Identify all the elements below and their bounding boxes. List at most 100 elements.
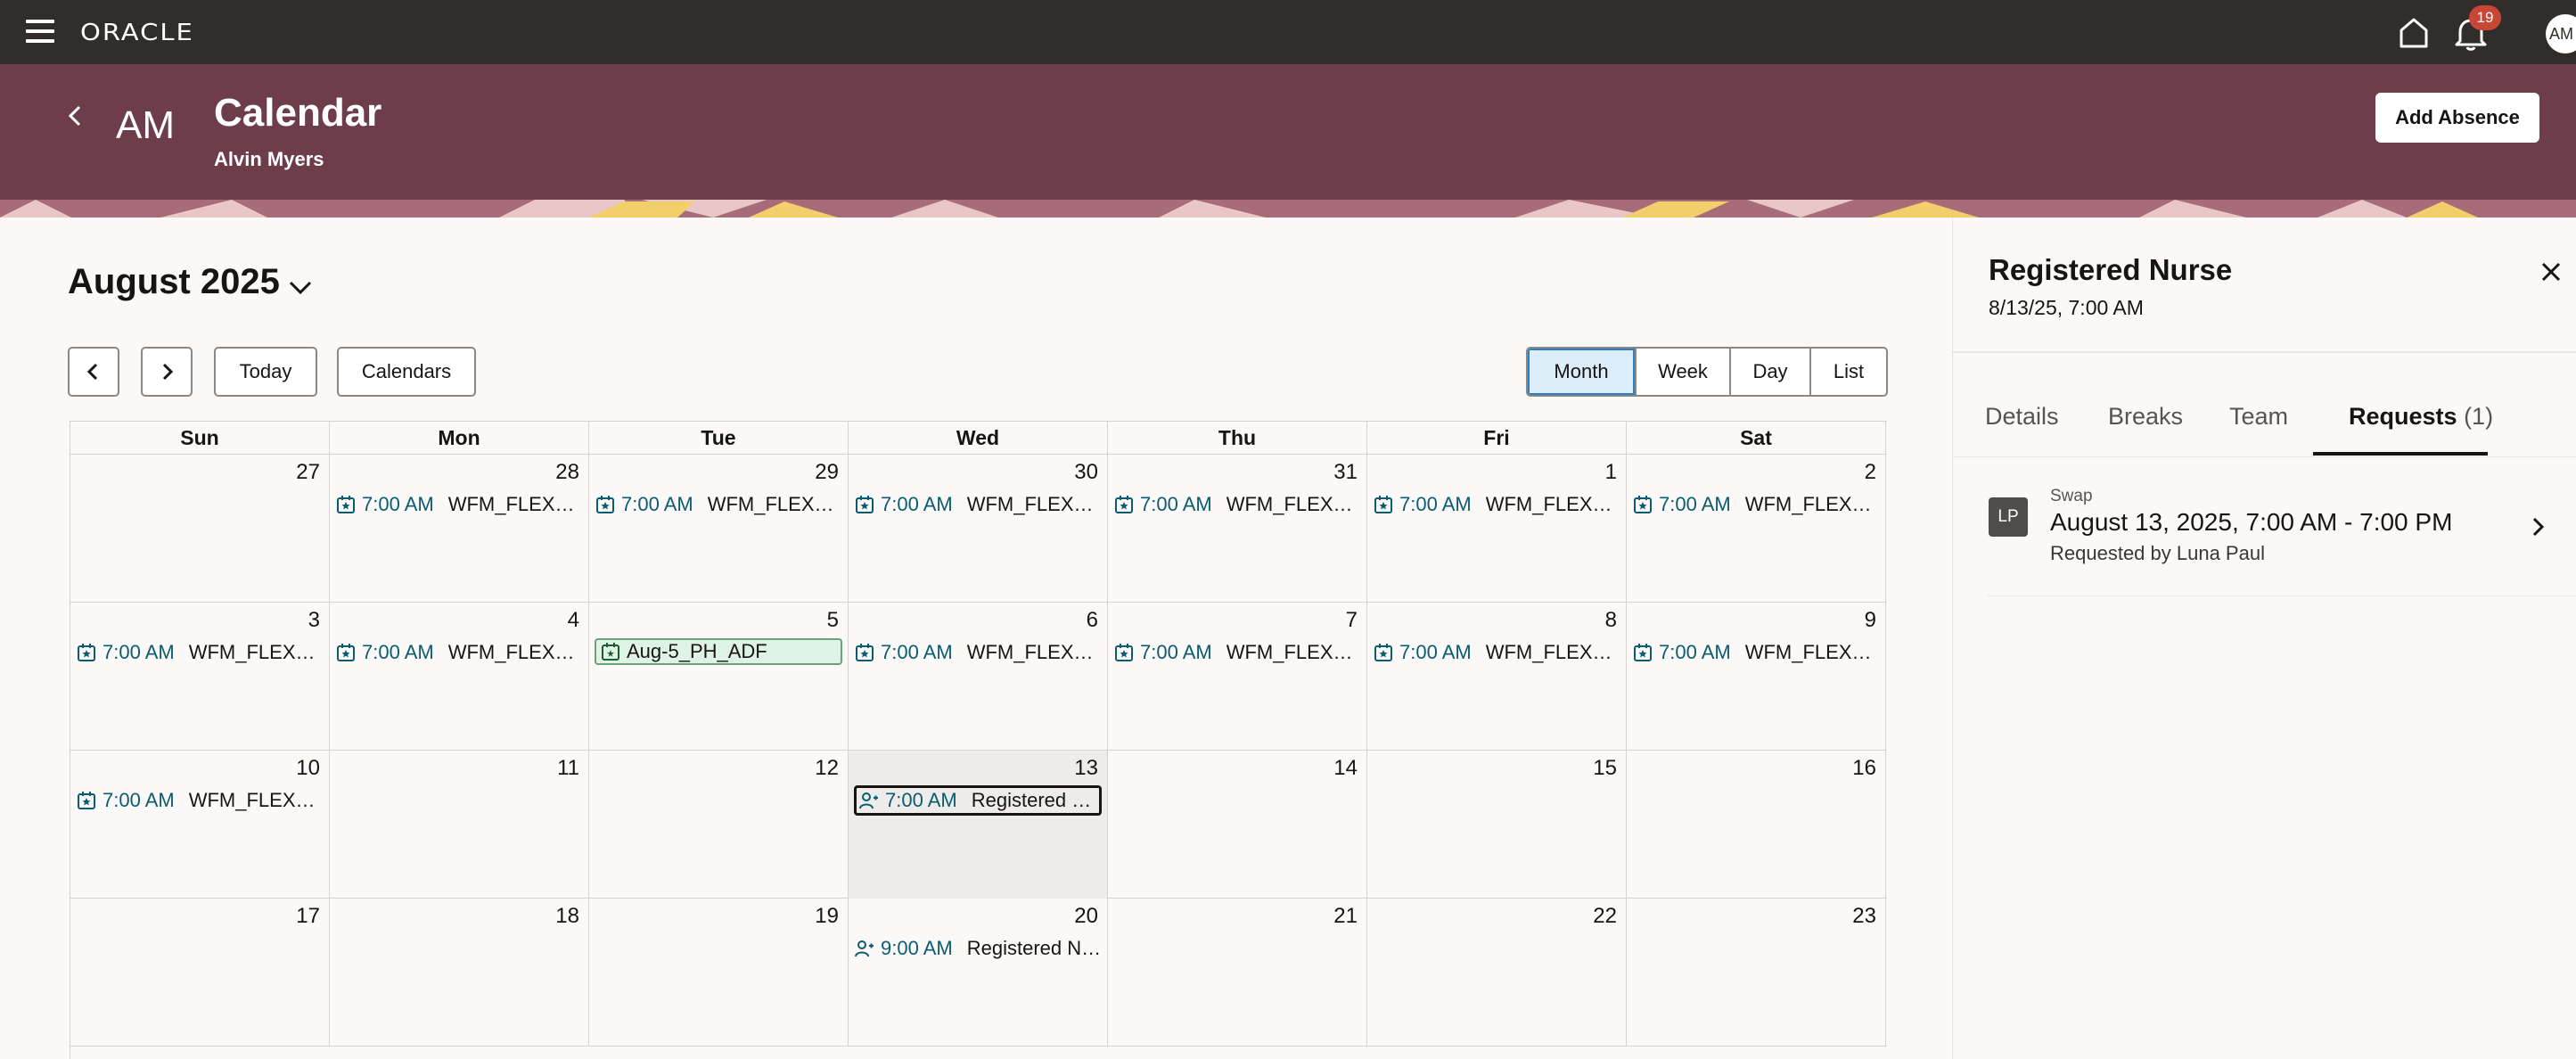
chevron-right-icon[interactable] xyxy=(2528,512,2549,542)
tab-requests[interactable]: Requests (1) xyxy=(2349,403,2493,431)
calendar-star-icon xyxy=(856,644,874,661)
calendar-day-cell[interactable]: 6 7:00 AM WFM_FLEX_… xyxy=(849,603,1108,751)
event-title: WFM_FLEX_… xyxy=(1485,641,1620,663)
close-icon[interactable] xyxy=(2536,257,2566,287)
active-tab-indicator xyxy=(2313,452,2488,456)
today-button[interactable]: Today xyxy=(214,347,317,397)
calendar-day-cell[interactable]: 28 7:00 AM WFM_FLEX_… xyxy=(330,455,589,603)
shift-event[interactable]: 7:00 AM WFM_FLEX_… xyxy=(595,490,842,519)
day-number: 29 xyxy=(815,460,839,484)
calendar-day-cell[interactable]: 29 7:00 AM WFM_FLEX_… xyxy=(589,455,849,603)
calendar-day-cell[interactable]: 15 xyxy=(1367,751,1627,899)
shift-event[interactable]: 7:00 AM WFM_FLEX_… xyxy=(854,490,1102,519)
shift-event[interactable]: 7:00 AM WFM_FLEX_… xyxy=(1632,490,1880,519)
calendars-button[interactable]: Calendars xyxy=(337,347,476,397)
shift-detail-panel: Registered Nurse 8/13/25, 7:00 AM Detail… xyxy=(1952,218,2576,1059)
tab-breaks[interactable]: Breaks xyxy=(2108,403,2183,431)
back-icon[interactable] xyxy=(57,96,93,141)
request-type: Swap xyxy=(2050,487,2093,505)
menu-icon[interactable] xyxy=(23,16,57,48)
shift-event[interactable]: 7:00 AM WFM_FLEX_… xyxy=(854,638,1102,667)
swap-shift-event[interactable]: 9:00 AM Registered N… xyxy=(854,934,1102,963)
requester-avatar: LP xyxy=(1989,497,2028,537)
shift-event[interactable]: 7:00 AM WFM_FLEX_… xyxy=(1632,638,1880,667)
calendar-star-icon xyxy=(1115,496,1133,513)
notification-badge: 19 xyxy=(2469,5,2501,30)
request-requester: Requested by Luna Paul xyxy=(2050,542,2265,564)
calendar-day-cell[interactable]: 7 7:00 AM WFM_FLEX_… xyxy=(1108,603,1367,751)
event-title: WFM_FLEX_… xyxy=(188,641,324,663)
previous-month-button[interactable] xyxy=(68,347,119,397)
day-number: 4 xyxy=(567,608,579,632)
calendar-day-cell[interactable]: 21 xyxy=(1108,899,1367,1047)
day-number: 21 xyxy=(1333,904,1358,928)
calendar-day-cell[interactable]: 18 xyxy=(330,899,589,1047)
panel-title: Registered Nurse xyxy=(1989,253,2233,286)
day-number: 5 xyxy=(826,608,839,632)
user-avatar[interactable]: AM xyxy=(2546,14,2576,53)
shift-event[interactable]: 7:00 AM WFM_FLEX_… xyxy=(335,638,583,667)
calendar-day-cell[interactable]: 22 xyxy=(1367,899,1627,1047)
view-month[interactable]: Month xyxy=(1528,349,1635,395)
view-list[interactable]: List xyxy=(1809,349,1886,395)
calendar-day-cell[interactable]: 5 Aug-5_PH_ADF xyxy=(589,603,849,751)
day-number: 28 xyxy=(555,460,579,484)
shift-event[interactable]: 7:00 AM WFM_FLEX_… xyxy=(1373,638,1620,667)
event-time: 7:00 AM xyxy=(1659,641,1731,663)
calendar-day-cell[interactable]: 4 7:00 AM WFM_FLEX_… xyxy=(330,603,589,751)
event-time: 7:00 AM xyxy=(885,789,957,811)
day-number: 22 xyxy=(1593,904,1617,928)
month-label[interactable]: August 2025 xyxy=(68,262,280,302)
event-title: Registered N… xyxy=(966,937,1102,959)
shift-event[interactable]: 7:00 AM WFM_FLEX_… xyxy=(335,490,583,519)
view-day[interactable]: Day xyxy=(1729,349,1809,395)
calendar-day-cell[interactable]: 31 7:00 AM WFM_FLEX_… xyxy=(1108,455,1367,603)
calendar-day-cell[interactable]: 2 7:00 AM WFM_FLEX_… xyxy=(1627,455,1886,603)
day-number: 30 xyxy=(1074,460,1098,484)
shift-event[interactable]: 7:00 AM WFM_FLEX_… xyxy=(1113,638,1361,667)
calendar-day-cell[interactable]: 27 xyxy=(70,455,330,603)
calendar-day-cell[interactable]: 19 xyxy=(589,899,849,1047)
shift-event[interactable]: 7:00 AM WFM_FLEX_… xyxy=(76,786,324,815)
calendar-day-cell[interactable]: 10 7:00 AM WFM_FLEX_… xyxy=(70,751,330,899)
event-time: 7:00 AM xyxy=(1399,493,1472,515)
day-number: 16 xyxy=(1852,756,1876,780)
add-absence-button[interactable]: Add Absence xyxy=(2375,93,2539,143)
shift-event[interactable]: 7:00 AM WFM_FLEX_… xyxy=(76,638,324,667)
calendar-day-cell[interactable]: 23 xyxy=(1627,899,1886,1047)
calendar-day-cell[interactable]: 8 7:00 AM WFM_FLEX_… xyxy=(1367,603,1627,751)
calendar-day-cell[interactable]: 30 7:00 AM WFM_FLEX_… xyxy=(849,455,1108,603)
day-number: 31 xyxy=(1333,460,1358,484)
calendar-day-cell[interactable]: 3 7:00 AM WFM_FLEX_… xyxy=(70,603,330,751)
event-title: WFM_FLEX_… xyxy=(1744,493,1880,515)
calendar-star-icon xyxy=(337,496,355,513)
chevron-down-icon[interactable] xyxy=(285,275,316,301)
event-title: WFM_FLEX_… xyxy=(1485,493,1620,515)
tab-details[interactable]: Details xyxy=(1985,403,2059,431)
chevron-left-icon xyxy=(86,363,98,381)
swap-shift-event[interactable]: 7:00 AM Registered N… xyxy=(854,785,1102,816)
calendar-day-cell[interactable]: 14 xyxy=(1108,751,1367,899)
calendar-star-icon xyxy=(78,644,95,661)
calendar-day-cell[interactable]: 12 xyxy=(589,751,849,899)
calendar-day-cell[interactable]: 20 9:00 AM Registered N… xyxy=(849,899,1108,1047)
calendar-day-cell[interactable]: 1 7:00 AM WFM_FLEX_… xyxy=(1367,455,1627,603)
view-week[interactable]: Week xyxy=(1635,349,1729,395)
calendar-day-cell[interactable]: 11 xyxy=(330,751,589,899)
event-title: WFM_FLEX_… xyxy=(707,493,842,515)
shift-event[interactable]: 7:00 AM WFM_FLEX_… xyxy=(1373,490,1620,519)
calendar-star-icon xyxy=(337,644,355,661)
holiday-event[interactable]: Aug-5_PH_ADF xyxy=(595,638,842,665)
event-time: 7:00 AM xyxy=(881,641,953,663)
event-title: Aug-5_PH_ADF xyxy=(627,640,767,662)
calendar-day-cell[interactable]: 9 7:00 AM WFM_FLEX_… xyxy=(1627,603,1886,751)
calendar-day-cell[interactable]: 13 7:00 AM Registered N… xyxy=(849,751,1108,899)
calendar-day-cell[interactable]: 17 xyxy=(70,899,330,1047)
next-month-button[interactable] xyxy=(141,347,193,397)
shift-event[interactable]: 7:00 AM WFM_FLEX_… xyxy=(1113,490,1361,519)
event-title: WFM_FLEX_… xyxy=(447,493,583,515)
calendar-day-cell[interactable]: 16 xyxy=(1627,751,1886,899)
home-icon[interactable] xyxy=(2394,12,2433,52)
request-date-range: August 13, 2025, 7:00 AM - 7:00 PM xyxy=(2050,508,2453,536)
tab-team[interactable]: Team xyxy=(2229,403,2288,431)
